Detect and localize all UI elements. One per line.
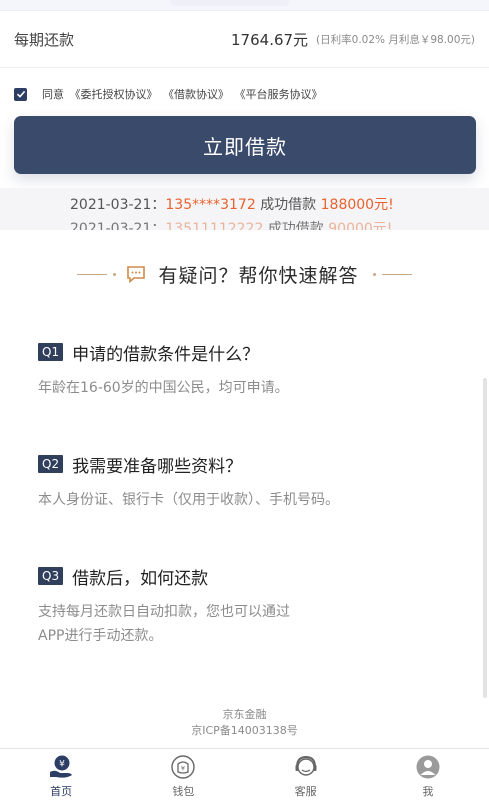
footer-brand: 京东金融 xyxy=(222,708,267,721)
question-badge: Q3 xyxy=(38,567,64,585)
ticker-amount: 188000元! xyxy=(320,197,394,213)
tab-label: 客服 xyxy=(294,785,317,798)
home-yen-icon: ¥ xyxy=(50,755,73,778)
repayment-label: 每期还款 xyxy=(14,30,75,49)
ticker-text: 成功借款 xyxy=(260,197,317,213)
customer-service-icon xyxy=(295,755,317,776)
ticker-phone: 135****3172 xyxy=(165,197,256,213)
faq-title: 有疑问？帮你快速解答 xyxy=(158,264,359,287)
agreement-link-loan[interactable]: 《借款协议》 xyxy=(163,88,229,101)
checkmark-icon xyxy=(16,90,25,98)
top-strip xyxy=(0,0,489,10)
loan-ticker: 2021-03-21：135****3172 成功借款 188000元! 202… xyxy=(0,188,489,230)
top-glow xyxy=(170,0,290,6)
divider-line xyxy=(77,273,108,275)
agreement-text: 同意 《委托授权协议》 《借款协议》 《平台服务协议》 xyxy=(42,86,325,102)
divider-line xyxy=(381,273,412,275)
repayment-row: 每期还款 1764.67元 (日利率0.02% 月利息￥98.00元) xyxy=(0,10,489,68)
ticker-line: 2021-03-21：13511112222 成功借款 90000元! xyxy=(70,218,392,230)
faq-item: Q3 借款后，如何还款 支持每月还款日自动扣款，您也可以通过 APP进行手动还款… xyxy=(38,564,458,648)
tab-home[interactable]: ¥ 首页 xyxy=(0,749,122,801)
tab-wallet[interactable]: ¥ 钱包 xyxy=(122,749,244,801)
ticker-date: 2021-03-21： xyxy=(70,221,166,230)
divider-dot xyxy=(113,272,117,276)
tab-me[interactable]: 我 xyxy=(367,749,489,801)
wallet-icon: ¥ xyxy=(171,755,196,779)
agreement-link-platform[interactable]: 《平台服务协议》 xyxy=(235,88,323,101)
tab-label: 我 xyxy=(422,785,434,798)
svg-text:¥: ¥ xyxy=(59,760,65,770)
faq-answer: 支持每月还款日自动扣款，您也可以通过 APP进行手动还款。 xyxy=(38,600,458,648)
faq-question-row: Q1 申请的借款条件是什么？ xyxy=(38,340,458,365)
faq-question: 借款后，如何还款 xyxy=(72,568,209,589)
faq-question: 我需要准备哪些资料？ xyxy=(72,456,243,477)
scrollbar[interactable] xyxy=(483,378,487,698)
user-icon xyxy=(416,755,440,779)
faq-item: Q2 我需要准备哪些资料？ 本人身份证、银行卡（仅用于收款）、手机号码。 xyxy=(38,452,458,512)
ticker-amount: 90000元! xyxy=(328,221,393,230)
faq-question-row: Q3 借款后，如何还款 xyxy=(38,564,458,589)
faq-item: Q1 申请的借款条件是什么？ 年龄在16-60岁的中国公民，均可申请。 xyxy=(38,340,458,400)
ticker-date: 2021-03-21： xyxy=(70,197,166,213)
faq-question-row: Q2 我需要准备哪些资料？ xyxy=(38,452,458,477)
bottom-tabbar: ¥ 首页 ¥ 钱包 客服 我 xyxy=(0,748,489,801)
chat-bubble-icon xyxy=(127,266,146,284)
faq-header: 有疑问？帮你快速解答 xyxy=(0,258,489,290)
faq-answer-line: APP进行手动还款。 xyxy=(38,628,163,644)
tab-label: 钱包 xyxy=(172,785,195,798)
faq-answer: 年龄在16-60岁的中国公民，均可申请。 xyxy=(38,380,289,396)
loan-now-button[interactable]: 立即借款 xyxy=(14,116,476,174)
ticker-phone: 13511112222 xyxy=(165,221,264,230)
faq-question: 申请的借款条件是什么？ xyxy=(72,344,260,365)
footer: 京东金融 京ICP备14003138号 xyxy=(0,707,489,739)
repayment-amount: 1764.67元 xyxy=(231,30,309,49)
agreement-link-entrust[interactable]: 《委托授权协议》 xyxy=(70,88,158,101)
ticker-line: 2021-03-21：135****3172 成功借款 188000元! xyxy=(70,194,394,214)
question-badge: Q1 xyxy=(38,343,64,361)
footer-icp: 京ICP备14003138号 xyxy=(191,724,298,737)
divider-dot xyxy=(372,272,376,276)
tab-label: 首页 xyxy=(50,785,73,798)
agreement-row: 同意 《委托授权协议》 《借款协议》 《平台服务协议》 xyxy=(14,85,325,103)
loan-now-label: 立即借款 xyxy=(203,134,287,159)
question-badge: Q2 xyxy=(38,455,64,473)
agreement-checkbox[interactable] xyxy=(14,87,27,101)
agreement-prefix: 同意 xyxy=(42,88,64,101)
tab-customer-service[interactable]: 客服 xyxy=(245,749,367,801)
ticker-text: 成功借款 xyxy=(267,221,324,230)
faq-answer: 本人身份证、银行卡（仅用于收款）、手机号码。 xyxy=(38,492,339,508)
faq-answer-line: 支持每月还款日自动扣款，您也可以通过 xyxy=(38,604,290,620)
repayment-note: (日利率0.02% 月利息￥98.00元) xyxy=(316,33,475,46)
svg-text:¥: ¥ xyxy=(181,765,185,773)
